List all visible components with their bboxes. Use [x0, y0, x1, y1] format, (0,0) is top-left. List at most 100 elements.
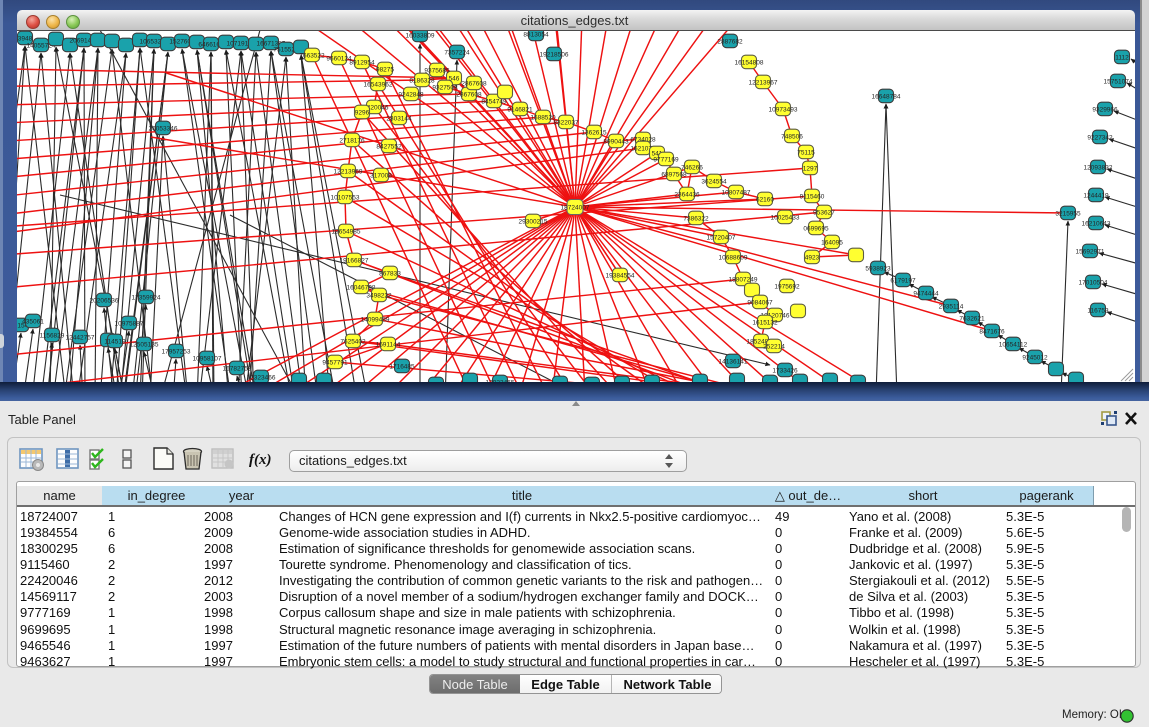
- svg-text:10025433: 10025433: [771, 215, 800, 222]
- svg-text:748506: 748506: [781, 134, 803, 141]
- svg-text:10958107: 10958107: [193, 356, 222, 363]
- svg-text:9474444: 9474444: [913, 291, 939, 298]
- svg-text:1975692: 1975692: [774, 284, 800, 291]
- svg-text:1297: 1297: [803, 166, 818, 173]
- svg-text:17359924: 17359924: [132, 295, 161, 302]
- svg-text:252214: 252214: [763, 344, 785, 351]
- svg-text:15751074: 15751074: [1104, 79, 1133, 86]
- svg-text:1691144: 1691144: [376, 342, 401, 349]
- svg-text:1588520: 1588520: [530, 115, 556, 122]
- svg-text:19384554: 19384554: [606, 273, 635, 280]
- svg-text:2935114: 2935114: [939, 304, 964, 311]
- svg-text:9457791: 9457791: [322, 360, 348, 367]
- svg-text:8990443: 8990443: [603, 139, 629, 146]
- svg-text:1362615: 1362615: [581, 130, 607, 137]
- svg-text:6179197: 6179197: [890, 278, 916, 285]
- svg-text:29300215: 29300215: [519, 219, 548, 226]
- svg-text:12323466: 12323466: [247, 375, 276, 382]
- svg-text:19166827: 19166827: [340, 258, 369, 265]
- svg-text:867833: 867833: [379, 271, 401, 278]
- svg-text:14136141: 14136141: [719, 359, 748, 366]
- svg-text:1244419: 1244419: [1083, 193, 1109, 200]
- svg-text:8471676: 8471676: [979, 329, 1005, 336]
- svg-text:3498222: 3498222: [366, 293, 392, 300]
- svg-text:15692971: 15692971: [1076, 249, 1105, 256]
- svg-text:7632621: 7632621: [959, 316, 985, 323]
- svg-text:8454749: 8454749: [481, 99, 507, 106]
- svg-text:19218506: 19218506: [540, 52, 569, 59]
- svg-text:16648784: 16648784: [872, 94, 901, 101]
- svg-text:9227342: 9227342: [1087, 135, 1113, 142]
- svg-text:9242848: 9242848: [398, 92, 424, 99]
- svg-text:2867608: 2867608: [461, 81, 487, 88]
- svg-text:16210643: 16210643: [1082, 221, 1111, 228]
- svg-text:8912954: 8912954: [349, 60, 375, 67]
- svg-text:2887682: 2887682: [717, 39, 743, 46]
- svg-text:116753: 116753: [1087, 308, 1109, 315]
- svg-text:17010504: 17010504: [1079, 280, 1108, 287]
- svg-text:7357224: 7357224: [444, 50, 470, 57]
- svg-text:1716485: 1716485: [389, 364, 415, 371]
- svg-text:2867608: 2867608: [456, 92, 482, 99]
- svg-text:8813054: 8813054: [523, 32, 549, 39]
- svg-text:746266: 746266: [681, 165, 703, 172]
- svg-text:0699695: 0699695: [803, 226, 829, 233]
- svg-text:5938923: 5938923: [865, 266, 891, 273]
- svg-text:16543962: 16543962: [364, 82, 393, 89]
- svg-text:8427552: 8427552: [376, 144, 402, 151]
- svg-text:9660124: 9660124: [326, 56, 352, 63]
- svg-text:16033809: 16033809: [406, 33, 435, 40]
- svg-text:10807487: 10807487: [722, 190, 751, 197]
- svg-text:3624554: 3624554: [701, 179, 727, 186]
- svg-text:3215955: 3215955: [1055, 211, 1081, 218]
- svg-text:98275: 98275: [376, 67, 394, 74]
- svg-text:9375685: 9375685: [424, 68, 450, 75]
- svg-text:15720407: 15720407: [707, 235, 736, 242]
- svg-text:19654985: 19654985: [332, 229, 361, 236]
- svg-text:317008: 317008: [370, 173, 392, 180]
- svg-text:f(x): f(x): [249, 452, 272, 468]
- svg-text:9777169: 9777169: [653, 157, 679, 164]
- svg-text:9296: 9296: [355, 110, 370, 117]
- svg-text:12213969: 12213969: [334, 169, 363, 176]
- svg-text:12213967: 12213967: [749, 80, 778, 87]
- svg-text:1156829: 1156829: [40, 333, 65, 340]
- svg-text:2803144: 2803144: [386, 116, 412, 123]
- svg-text:9146821: 9146821: [507, 107, 533, 114]
- svg-text:62160: 62160: [756, 197, 774, 204]
- svg-text:435061: 435061: [22, 319, 44, 326]
- svg-text:164095: 164095: [821, 240, 843, 247]
- svg-text:26053346: 26053346: [149, 126, 178, 133]
- svg-text:2718176: 2718176: [339, 138, 365, 145]
- svg-text:1112: 1112: [1115, 55, 1129, 62]
- svg-text:18724007: 18724007: [561, 205, 590, 212]
- svg-text:12442757: 12442757: [66, 335, 95, 342]
- svg-text:1615132: 1615132: [752, 320, 778, 327]
- svg-text:17957253: 17957253: [162, 349, 191, 356]
- svg-text:9084067: 9084067: [747, 300, 773, 307]
- svg-text:10654112: 10654112: [999, 342, 1028, 349]
- svg-text:2364436: 2364436: [674, 192, 700, 199]
- svg-text:18807249: 18807249: [729, 277, 758, 284]
- svg-text:10688609: 10688609: [719, 255, 748, 262]
- svg-text:9327508: 9327508: [432, 85, 458, 92]
- svg-text:8322037: 8322037: [553, 120, 579, 127]
- svg-text:20206536: 20206536: [90, 298, 119, 305]
- svg-text:8186328: 8186328: [409, 78, 435, 85]
- svg-text:6897568: 6897568: [661, 172, 687, 179]
- svg-text:1733426: 1733426: [772, 368, 798, 375]
- svg-text:12505135: 12505135: [130, 342, 159, 349]
- svg-text:14099489: 14099489: [361, 317, 390, 324]
- svg-text:16154808: 16154808: [735, 60, 764, 67]
- svg-text:7386322: 7386322: [683, 216, 709, 223]
- svg-text:7663522: 7663522: [299, 53, 325, 60]
- svg-text:3948: 3948: [18, 36, 33, 43]
- svg-text:9245012: 9245012: [1022, 355, 1048, 362]
- svg-text:12093832: 12093832: [1084, 165, 1113, 172]
- svg-text:9329966: 9329966: [1092, 107, 1118, 114]
- svg-text:4923: 4923: [805, 255, 820, 262]
- svg-text:10107553: 10107553: [331, 195, 360, 202]
- svg-text:10973493: 10973493: [769, 107, 798, 114]
- svg-text:16782759: 16782759: [223, 366, 252, 373]
- svg-text:75115: 75115: [797, 150, 815, 157]
